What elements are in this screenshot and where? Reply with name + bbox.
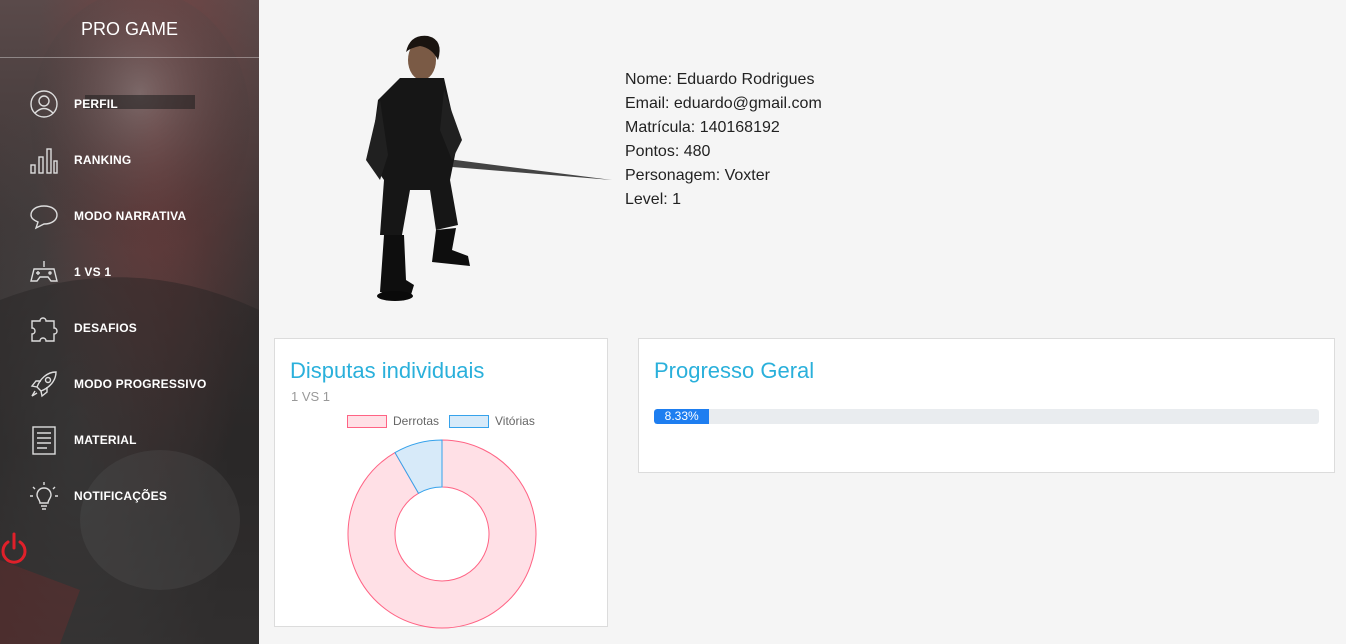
sidebar-item-label: MODO NARRATIVA: [74, 209, 187, 223]
brand-title: PRO GAME: [0, 0, 259, 58]
profile-name: Nome: Eduardo Rodrigues: [625, 71, 815, 88]
sidebar-item-label: RANKING: [74, 153, 132, 167]
legend-swatch-vitorias: [449, 414, 490, 428]
profile-info: Nome: Eduardo Rodrigues Email: eduardo@g…: [625, 68, 822, 212]
document-icon: [32, 426, 56, 455]
disputas-card: Disputas individuais 1 VS 1 Derrotas Vit…: [274, 338, 608, 629]
lightbulb-icon: [30, 482, 58, 510]
progresso-title: Progresso Geral: [654, 358, 815, 383]
sidebar-item-material[interactable]: MATERIAL: [0, 412, 259, 468]
sidebar-item-label: 1 VS 1: [74, 265, 112, 279]
profile-pontos: Pontos: 480: [625, 143, 711, 160]
profile-level: Level: 1: [625, 191, 682, 208]
progresso-card: Progresso Geral 8.33%: [638, 338, 1335, 473]
profile-personagem: Personagem: Voxter: [625, 167, 770, 184]
progress-bar: 8.33%: [654, 409, 1319, 424]
sidebar-item-label: MATERIAL: [74, 433, 137, 447]
legend-item-derrotas[interactable]: Derrotas: [347, 414, 439, 428]
user-icon: [30, 90, 58, 118]
sword-blade: [440, 158, 612, 180]
profile-email: Email: eduardo@gmail.com: [625, 95, 822, 112]
progress-fill: 8.33%: [654, 409, 710, 424]
legend-label-derrotas: Derrotas: [393, 414, 440, 428]
gamepad-icon: [30, 261, 58, 282]
disputas-title: Disputas individuais: [290, 358, 485, 383]
sidebar-item-label: PERFIL: [74, 97, 118, 111]
puzzle-icon: [31, 317, 58, 342]
sidebar-item-1vs1[interactable]: 1 VS 1: [0, 244, 259, 300]
sidebar-item-perfil[interactable]: PERFIL: [0, 76, 259, 132]
rocket-icon: [30, 371, 57, 398]
legend-swatch-derrotas: [347, 414, 387, 428]
sidebar-item-label: DESAFIOS: [74, 321, 137, 335]
legend-label-vitorias: Vitórias: [495, 414, 535, 428]
sidebar-item-ranking[interactable]: RANKING: [0, 132, 259, 188]
disputas-donut-chart: [347, 439, 537, 629]
sidebar-item-modo-narrativa[interactable]: MODO NARRATIVA: [0, 188, 259, 244]
bar-chart-icon: [30, 148, 58, 174]
disputas-subtitle: 1 VS 1: [291, 389, 331, 404]
sidebar-item-label: NOTIFICAÇÕES: [74, 489, 168, 503]
sidebar-item-label: MODO PROGRESSIVO: [74, 377, 207, 391]
legend-item-vitorias[interactable]: Vitórias: [449, 414, 535, 428]
speech-bubble-icon: [30, 205, 58, 230]
character-avatar-image: [366, 35, 612, 301]
sidebar-item-desafios[interactable]: DESAFIOS: [0, 300, 259, 356]
sidebar: PRO GAME PERFIL RANKING MODO NARRATIVA 1…: [0, 0, 259, 644]
power-icon[interactable]: [0, 530, 28, 566]
sidebar-nav: PERFIL RANKING MODO NARRATIVA 1 VS 1 DES…: [0, 76, 259, 524]
profile-matricula: Matrícula: 140168192: [625, 119, 780, 136]
chart-legend: Derrotas Vitórias: [347, 414, 545, 428]
sidebar-item-notificacoes[interactable]: NOTIFICAÇÕES: [0, 468, 259, 524]
sidebar-item-modo-progressivo[interactable]: MODO PROGRESSIVO: [0, 356, 259, 412]
